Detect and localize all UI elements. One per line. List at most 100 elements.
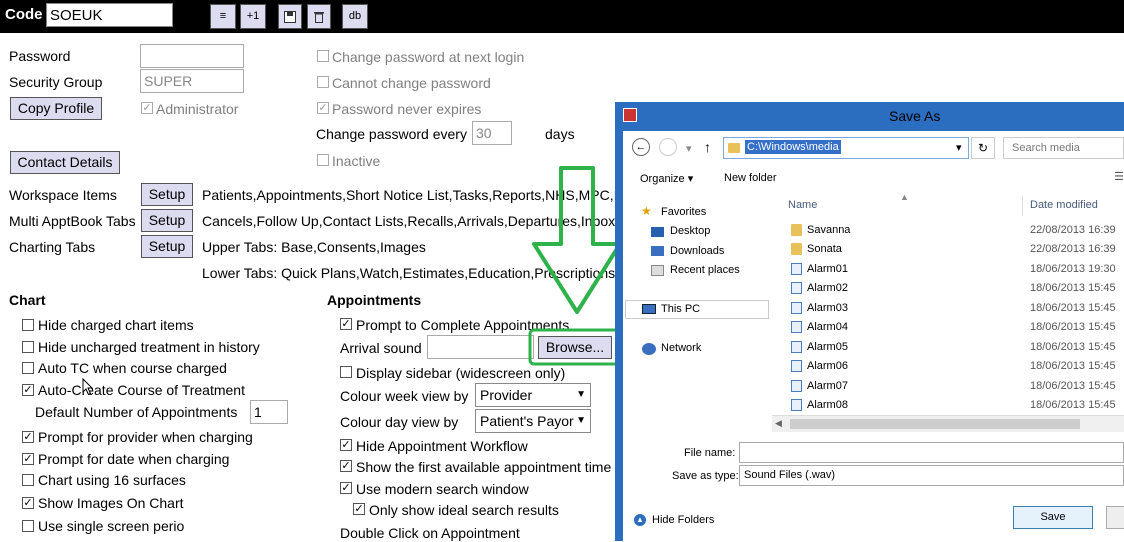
cannot-change-checkbox[interactable] (317, 76, 329, 88)
code-label: Code (5, 6, 43, 23)
chart-option[interactable]: Hide uncharged treatment in history (22, 338, 282, 360)
chart-option-checkbox[interactable] (22, 474, 34, 486)
file-row[interactable]: Alarm07 18/06/2013 15:45 (787, 377, 1124, 396)
annotation-overlay (528, 166, 622, 366)
file-row[interactable]: Alarm08 18/06/2013 15:45 (787, 396, 1124, 415)
column-name-header[interactable]: Name (788, 199, 817, 211)
chart-option-checkbox[interactable]: ✓ (22, 452, 34, 465)
file-row[interactable]: Sonata 22/08/2013 16:39 (787, 240, 1124, 259)
chart-option-checkbox[interactable] (22, 319, 34, 331)
scroll-left-icon[interactable]: ◀ (775, 418, 782, 429)
security-group-field[interactable]: SUPER (140, 69, 244, 93)
chart-option-checkbox[interactable] (22, 340, 34, 353)
new-folder-button[interactable]: New folder (724, 172, 777, 184)
chart-option[interactable]: Use single screen perio (22, 517, 282, 539)
nav-recent-places[interactable]: Recent places (670, 264, 740, 276)
colour-day-select[interactable]: Patient's Payor ▼ (475, 409, 591, 433)
plus-one-button[interactable]: +1 (240, 4, 266, 29)
file-row[interactable]: Alarm03 18/06/2013 15:45 (787, 299, 1124, 318)
security-group-label: Security Group (9, 74, 103, 90)
multi-apptbook-setup-button[interactable]: Setup (141, 209, 193, 232)
save-type-select[interactable]: Sound Files (.wav) (739, 465, 1124, 486)
nav-downloads[interactable]: Downloads (670, 245, 724, 257)
collapse-chevron-icon[interactable]: ▲ (634, 514, 646, 526)
sound-file-icon (791, 282, 802, 294)
nav-this-pc[interactable]: This PC (661, 303, 700, 315)
hide-workflow-checkbox[interactable]: ✓ (340, 439, 352, 451)
ideal-results-checkbox[interactable]: ✓ (353, 503, 365, 515)
file-date: 18/06/2013 15:45 (1030, 380, 1116, 392)
up-arrow-icon[interactable]: ↑ (704, 139, 711, 155)
chart-option-checkbox[interactable]: ✓ (22, 497, 34, 509)
horizontal-scrollbar[interactable]: ◀ (772, 415, 1124, 432)
nav-favorites[interactable]: Favorites (661, 206, 706, 218)
workspace-setup-button[interactable]: Setup (141, 183, 193, 206)
modern-search-checkbox[interactable]: ✓ (340, 482, 352, 494)
colour-week-label: Colour week view by (340, 388, 469, 404)
back-button[interactable]: ← (632, 138, 650, 156)
chevron-down-icon: ▼ (576, 415, 586, 426)
arrival-sound-field[interactable] (427, 335, 534, 359)
save-dialog-button[interactable]: Save (1013, 506, 1093, 529)
chart-option[interactable]: ✓ Auto-Create Course of Treatment (22, 381, 282, 403)
file-date: 18/06/2013 15:45 (1030, 341, 1116, 353)
ideal-results-label: Only show ideal search results (369, 502, 559, 518)
forward-button[interactable] (659, 138, 677, 156)
contact-details-button[interactable]: Contact Details (10, 151, 120, 174)
chart-option[interactable]: Hide charged chart items (22, 316, 282, 338)
sound-file-icon (791, 302, 802, 314)
dialog-title: Save As (889, 108, 941, 124)
search-box[interactable]: Search media (1003, 137, 1124, 159)
chart-option-checkbox[interactable]: ✓ (22, 431, 34, 443)
db-button[interactable]: db (342, 4, 368, 29)
scrollbar-thumb[interactable] (790, 419, 1080, 429)
file-row[interactable]: Alarm05 18/06/2013 15:45 (787, 338, 1124, 357)
chart-option-label: Auto TC when course charged (38, 360, 227, 376)
file-row[interactable]: Alarm01 18/06/2013 19:30 (787, 260, 1124, 279)
chevron-down-icon: ▾ (687, 173, 694, 185)
nav-network[interactable]: Network (661, 342, 701, 354)
hide-folders-button[interactable]: Hide Folders (652, 514, 714, 526)
align-button[interactable]: ≡ (210, 4, 236, 29)
view-options-icon[interactable]: ☰ (1114, 170, 1124, 183)
address-bar[interactable]: C:\Windows\media ▾ (723, 137, 969, 159)
save-button[interactable] (278, 4, 302, 29)
copy-profile-button[interactable]: Copy Profile (10, 97, 102, 120)
file-name-input[interactable] (739, 442, 1124, 463)
chart-option[interactable]: Chart using 16 surfaces (22, 471, 282, 494)
code-input[interactable]: SOEUK (46, 3, 173, 27)
file-row[interactable]: Alarm04 18/06/2013 15:45 (787, 318, 1124, 337)
chart-option[interactable]: ✓ Prompt for provider when charging (22, 428, 282, 450)
inactive-checkbox[interactable] (317, 154, 329, 166)
password-field[interactable] (140, 44, 244, 68)
administrator-checkbox[interactable]: ✓ (141, 102, 153, 114)
colour-week-select[interactable]: Provider ▼ (475, 383, 591, 407)
change-next-login-checkbox[interactable] (317, 50, 329, 62)
file-row[interactable]: Alarm06 18/06/2013 15:45 (787, 357, 1124, 376)
file-row[interactable]: Savanna 22/08/2013 16:39 (787, 221, 1124, 240)
file-row[interactable]: Alarm02 18/06/2013 15:45 (787, 279, 1124, 298)
column-date-header[interactable]: Date modified (1030, 199, 1098, 211)
chart-option[interactable]: Auto TC when course charged (22, 359, 282, 381)
chart-option[interactable]: ✓ Prompt for date when charging (22, 450, 282, 472)
chart-option-checkbox[interactable] (22, 520, 34, 532)
chart-option-checkbox[interactable] (22, 362, 34, 374)
display-sidebar-checkbox[interactable] (340, 366, 352, 378)
prompt-complete-checkbox[interactable]: ✓ (340, 318, 352, 330)
chart-option-label: Hide charged chart items (38, 317, 194, 333)
history-chevron-icon[interactable]: ▾ (686, 142, 692, 155)
charting-setup-button[interactable]: Setup (141, 235, 193, 258)
chart-heading: Chart (9, 292, 46, 308)
change-every-days-field[interactable]: 30 (472, 121, 512, 145)
chart-option[interactable]: ✓ Show Images On Chart (22, 494, 282, 517)
organize-menu[interactable]: Organize ▾ (640, 172, 693, 185)
chart-option-checkbox[interactable]: ✓ (22, 383, 34, 396)
never-expires-checkbox[interactable]: ✓ (317, 102, 329, 114)
show-first-checkbox[interactable]: ✓ (340, 460, 352, 472)
nav-desktop[interactable]: Desktop (670, 225, 710, 237)
delete-button[interactable] (307, 4, 331, 29)
refresh-button[interactable]: ↻ (971, 137, 995, 159)
chart-options-group1: Hide charged chart items Hide uncharged … (22, 316, 282, 402)
default-appointments-field[interactable]: 1 (250, 400, 288, 424)
cancel-dialog-button[interactable] (1106, 506, 1124, 529)
